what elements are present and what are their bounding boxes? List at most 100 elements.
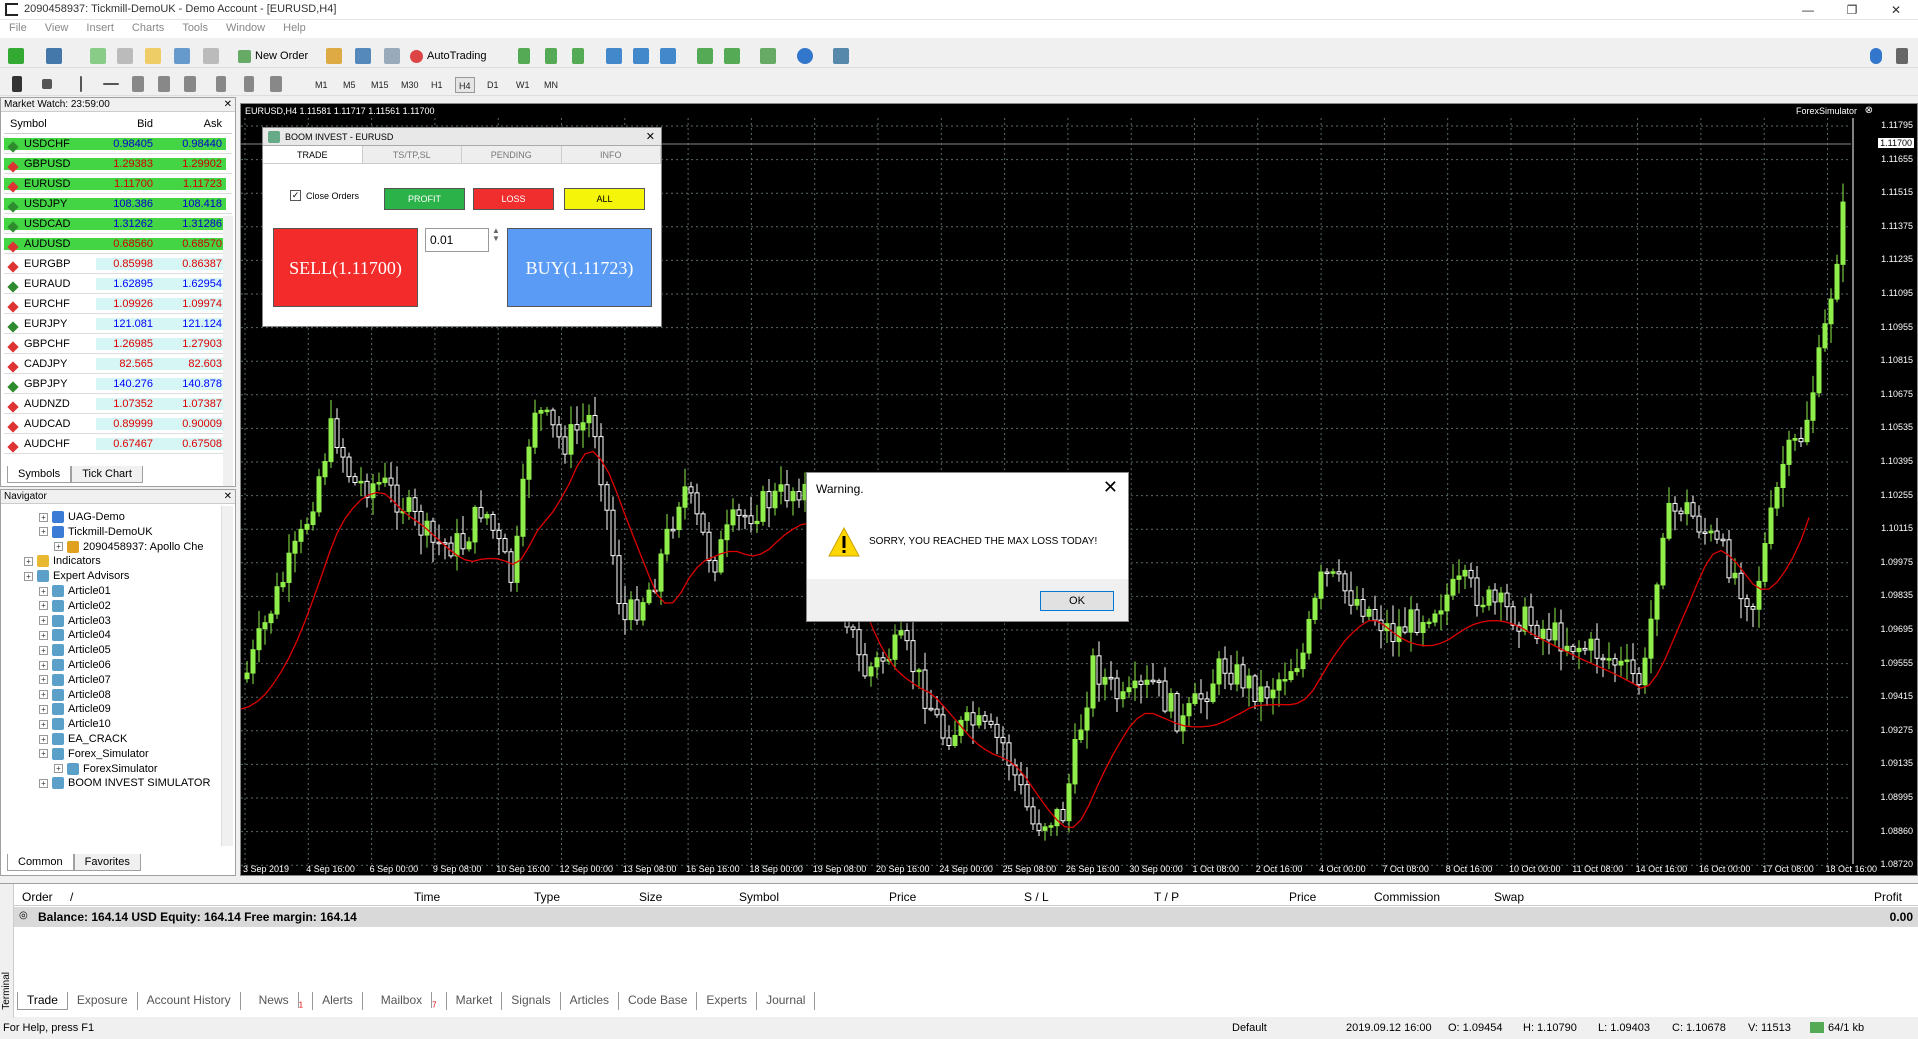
expand-icon[interactable]: +: [39, 527, 48, 537]
menu-help[interactable]: Help: [274, 20, 315, 36]
profit-button[interactable]: PROFIT: [384, 188, 465, 210]
market-icon[interactable]: [384, 48, 400, 64]
table-row[interactable]: AUDNZD 1.07352 1.07387: [4, 394, 232, 414]
terminal-column-header[interactable]: Price: [889, 890, 916, 904]
profiles-icon[interactable]: [46, 48, 62, 64]
timeframe-mn[interactable]: MN: [541, 77, 561, 93]
minimize-button[interactable]: —: [1786, 1, 1830, 19]
terminal-column-header[interactable]: Price: [1289, 890, 1316, 904]
tab-code-base[interactable]: Code Base: [619, 992, 698, 1011]
line-chart-icon[interactable]: [572, 48, 584, 64]
expand-icon[interactable]: +: [24, 571, 33, 581]
timeframe-m1[interactable]: M1: [312, 77, 331, 93]
menu-window[interactable]: Window: [217, 20, 274, 36]
market-watch-icon[interactable]: [90, 48, 106, 64]
terminal-column-header[interactable]: Swap: [1494, 890, 1524, 904]
terminal-column-header[interactable]: Size: [639, 890, 662, 904]
expand-icon[interactable]: +: [54, 764, 63, 774]
table-row[interactable]: USDCHF 0.98405 0.98440: [4, 134, 232, 154]
indicator-close-icon[interactable]: ⊗: [1865, 105, 1873, 116]
tab-info[interactable]: INFO: [561, 146, 661, 163]
tab-symbols[interactable]: Symbols: [7, 466, 72, 483]
table-row[interactable]: AUDCAD 0.89999 0.90009: [4, 414, 232, 434]
terminal-column-header[interactable]: Profit: [1874, 890, 1902, 904]
expand-icon[interactable]: +: [39, 675, 48, 685]
fibonacci-icon[interactable]: [184, 76, 196, 92]
expand-icon[interactable]: +: [39, 690, 48, 700]
expand-icon[interactable]: +: [24, 556, 33, 566]
market-watch-scrollbar[interactable]: [223, 216, 233, 486]
expand-icon[interactable]: +: [39, 734, 48, 744]
tab-signals[interactable]: Signals: [502, 992, 561, 1011]
strategy-tester-icon[interactable]: [203, 48, 219, 64]
table-row[interactable]: GBPJPY 140.276 140.878: [4, 374, 232, 394]
expand-icon[interactable]: +: [39, 719, 48, 729]
table-row[interactable]: USDJPY 108.386 108.418: [4, 194, 232, 214]
terminal-column-header[interactable]: Time: [414, 890, 440, 904]
table-row[interactable]: EURGBP 0.85998 0.86387: [4, 254, 232, 274]
table-row[interactable]: GBPCHF 1.26985 1.27903: [4, 334, 232, 354]
expand-icon[interactable]: +: [39, 645, 48, 655]
vertical-line-icon[interactable]: [80, 76, 82, 92]
expand-icon[interactable]: +: [39, 778, 48, 788]
zoom-in-icon[interactable]: [606, 48, 622, 64]
timeframe-m5[interactable]: M5: [340, 77, 359, 93]
close-icon[interactable]: ✕: [224, 490, 232, 504]
trendline-icon[interactable]: [132, 76, 144, 92]
terminal-column-header[interactable]: Symbol: [739, 890, 779, 904]
tab-ts-tp-sl[interactable]: TS/TP,SL: [362, 146, 462, 163]
metaeditor-icon[interactable]: [326, 48, 342, 64]
search-icon[interactable]: [1870, 48, 1882, 64]
text-icon[interactable]: [216, 76, 226, 92]
tree-item[interactable]: + BOOM INVEST SIMULATOR: [39, 774, 210, 792]
navigator-scrollbar[interactable]: [221, 506, 233, 846]
new-chart-icon[interactable]: [8, 48, 24, 64]
new-order-button[interactable]: New Order: [238, 47, 308, 65]
crosshair-icon[interactable]: [42, 79, 52, 89]
tab-pending[interactable]: PENDING: [462, 146, 562, 163]
expand-icon[interactable]: +: [39, 616, 48, 626]
timeframe-w1[interactable]: W1: [513, 77, 533, 93]
indicators-icon[interactable]: [760, 48, 776, 64]
tab-common[interactable]: Common: [7, 854, 74, 871]
tab-mailbox[interactable]: Mailbox 7: [363, 992, 447, 1011]
expand-icon[interactable]: +: [54, 542, 63, 552]
table-row[interactable]: EURJPY 121.081 121.124: [4, 314, 232, 334]
menu-view[interactable]: View: [36, 20, 78, 36]
tab-favorites[interactable]: Favorites: [73, 854, 141, 871]
terminal-column-header[interactable]: /: [70, 890, 73, 904]
terminal-column-header[interactable]: Order: [22, 890, 53, 904]
expand-icon[interactable]: +: [39, 704, 48, 714]
column-ask[interactable]: Ask: [157, 118, 226, 130]
arrows-icon[interactable]: [270, 76, 282, 92]
tab-trade[interactable]: Trade: [17, 992, 68, 1011]
close-orders-checkbox[interactable]: ✓ Close Orders: [290, 190, 359, 201]
loss-button[interactable]: LOSS: [473, 188, 554, 210]
timeframe-h4[interactable]: H4: [455, 77, 475, 93]
tab-experts[interactable]: Experts: [697, 992, 758, 1011]
tab-account-history[interactable]: Account History: [138, 992, 241, 1011]
restore-button[interactable]: ❐: [1830, 1, 1874, 19]
close-icon[interactable]: ✕: [224, 98, 232, 112]
timeframe-d1[interactable]: D1: [484, 77, 502, 93]
table-row[interactable]: AUDUSD 0.68560 0.68570: [4, 234, 232, 254]
autotrading-button[interactable]: AutoTrading: [410, 47, 487, 65]
terminal-icon[interactable]: [174, 48, 190, 64]
close-icon[interactable]: ✕: [646, 128, 655, 146]
close-icon[interactable]: ✕: [1103, 477, 1118, 498]
column-bid[interactable]: Bid: [96, 118, 157, 130]
templates-icon[interactable]: [833, 48, 849, 64]
chart-shift-icon[interactable]: [697, 48, 713, 64]
tab-alerts[interactable]: Alerts: [313, 992, 363, 1011]
all-button[interactable]: ALL: [564, 188, 645, 210]
table-row[interactable]: GBPUSD 1.29383 1.29902: [4, 154, 232, 174]
tab-news[interactable]: News 1: [241, 992, 314, 1011]
navigator-icon[interactable]: [145, 48, 161, 64]
lot-stepper-icon[interactable]: ▲ ▼: [492, 227, 500, 243]
tab-exposure[interactable]: Exposure: [68, 992, 138, 1011]
menu-tools[interactable]: Tools: [173, 20, 217, 36]
channel-icon[interactable]: [158, 76, 170, 92]
tab-journal[interactable]: Journal: [757, 992, 816, 1011]
horizontal-line-icon[interactable]: [103, 83, 119, 85]
timeframe-h1[interactable]: H1: [428, 77, 446, 93]
